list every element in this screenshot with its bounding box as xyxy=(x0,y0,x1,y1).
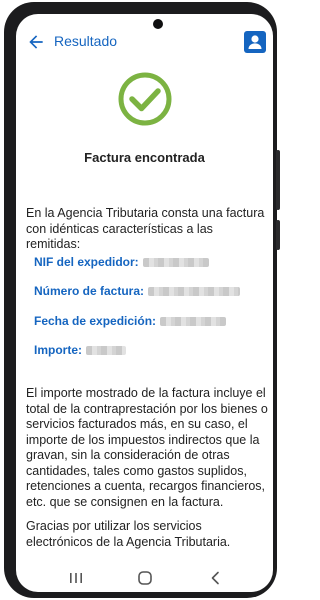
redacted-value xyxy=(142,258,209,268)
page-title: Resultado xyxy=(54,33,118,49)
intro-text: En la Agencia Tributaria consta una fact… xyxy=(26,206,265,251)
field-label: NIF del expedidor: xyxy=(34,255,139,269)
power-button xyxy=(276,220,280,250)
home-icon[interactable] xyxy=(135,569,155,587)
phone-frame: Resultado Factura encontrada En la Agenc… xyxy=(4,2,277,598)
field-invoice-number: Número de factura: xyxy=(34,284,241,298)
app-bar: Resultado xyxy=(16,22,273,62)
amount-explanation: El importe mostrado de la factura incluy… xyxy=(26,386,268,509)
field-amount: Importe: xyxy=(34,343,126,357)
field-issue-date: Fecha de expedición: xyxy=(34,314,227,328)
account-box-icon[interactable] xyxy=(244,31,266,53)
arrow-back-icon[interactable] xyxy=(26,32,46,52)
recent-apps-icon[interactable] xyxy=(66,569,86,587)
thanks-text: Gracias por utilizar los servicios elect… xyxy=(26,519,231,549)
status-heading: Factura encontrada xyxy=(84,150,205,165)
check-circle-icon xyxy=(118,72,172,126)
field-label: Importe: xyxy=(34,343,82,357)
field-label: Fecha de expedición: xyxy=(34,314,157,328)
volume-button xyxy=(276,150,280,210)
system-navbar xyxy=(16,566,273,590)
field-nif: NIF del expedidor: xyxy=(34,255,209,269)
redacted-value xyxy=(160,317,227,327)
redacted-value xyxy=(148,287,241,297)
field-label: Número de factura: xyxy=(34,284,145,298)
redacted-value xyxy=(86,346,126,356)
back-icon[interactable] xyxy=(206,569,226,587)
screen: Resultado Factura encontrada En la Agenc… xyxy=(16,14,273,592)
